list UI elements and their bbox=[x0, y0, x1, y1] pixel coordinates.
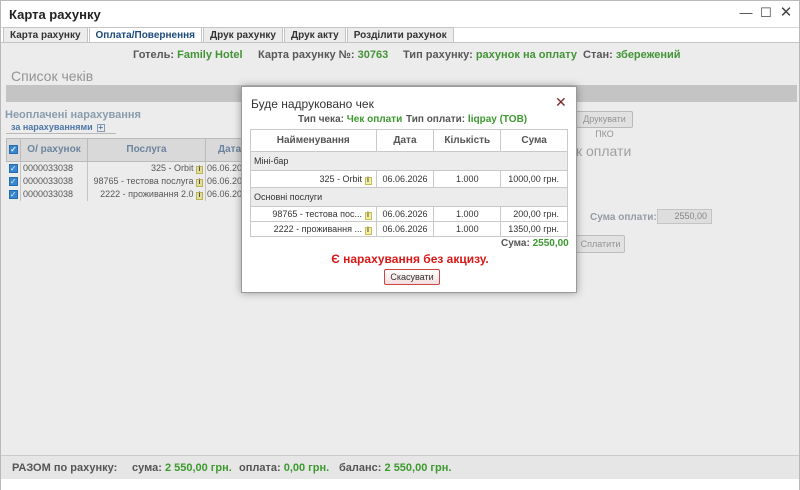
tab-account-card[interactable]: Карта рахунку bbox=[3, 27, 88, 43]
item-quantity: 1.000 bbox=[433, 221, 502, 237]
group-name: Міні-бар bbox=[250, 151, 568, 171]
total-balance: баланс: 2 550,00 грн. bbox=[339, 462, 451, 474]
total-sum-label: сума: bbox=[132, 462, 162, 474]
close-icon[interactable]: ✕ bbox=[779, 5, 793, 20]
window-title: Карта рахунку bbox=[9, 7, 101, 22]
item-name: 325 - Orbit bbox=[319, 173, 362, 184]
maximize-icon[interactable]: ☐ bbox=[759, 6, 773, 20]
dialog-total: Сума: 2550,00 bbox=[501, 238, 569, 249]
info-icon[interactable]: i bbox=[364, 226, 372, 235]
tab-split-bill[interactable]: Розділити рахунок bbox=[346, 27, 454, 43]
dialog-total-label: Сума: bbox=[501, 238, 530, 249]
tab-print-act[interactable]: Друк акту bbox=[283, 27, 346, 43]
tab-print-bill[interactable]: Друк рахунку bbox=[203, 27, 283, 43]
col-sum: Сума bbox=[500, 129, 568, 152]
minimize-icon[interactable]: — bbox=[739, 6, 753, 20]
group-row: Міні-бар bbox=[250, 151, 568, 171]
dialog-total-value: 2550,00 bbox=[532, 238, 569, 249]
total-balance-label: баланс: bbox=[339, 462, 382, 474]
item-name: 2222 - проживання ... bbox=[273, 223, 362, 234]
check-items-table: Найменування Дата Кількість Сума Міні-ба… bbox=[250, 129, 568, 237]
total-paid: оплата: 0,00 грн. bbox=[239, 462, 329, 474]
total-sum: сума: 2 550,00 грн. bbox=[132, 462, 232, 474]
item-name-cell: 2222 - проживання ... i bbox=[250, 221, 377, 237]
col-quantity: Кількість bbox=[433, 129, 502, 152]
total-label: РАЗОМ по рахунку: bbox=[12, 462, 118, 474]
total-paid-label: оплата: bbox=[239, 462, 281, 474]
tab-bar: Карта рахунку Оплата/Повернення Друк рах… bbox=[3, 27, 455, 43]
item-quantity: 1.000 bbox=[433, 206, 502, 222]
check-type-value: Чек оплати bbox=[346, 114, 403, 125]
bottom-strip bbox=[1, 479, 799, 490]
total-balance-value: 2 550,00 грн. bbox=[384, 462, 452, 474]
print-check-dialog: Буде надруковано чек ✕ Тип чека: Чек опл… bbox=[241, 86, 577, 293]
excise-warning: Є нарахування без акцизу. bbox=[331, 252, 489, 266]
titlebar: Карта рахунку — ☐ ✕ bbox=[1, 1, 799, 28]
check-type-label: Тип чека: bbox=[298, 114, 344, 125]
totals-footer: РАЗОМ по рахунку: сума: 2 550,00 грн. оп… bbox=[1, 455, 799, 479]
cancel-button[interactable]: Скасувати bbox=[384, 269, 440, 285]
item-date: 06.06.2026 bbox=[375, 206, 435, 222]
group-row: Основні послуги bbox=[250, 187, 568, 207]
info-icon[interactable]: i bbox=[364, 211, 372, 220]
account-card-window: Карта рахунку — ☐ ✕ Карта рахунку Оплата… bbox=[0, 0, 800, 490]
item-sum: 1350,00 грн. bbox=[500, 221, 568, 237]
table-row: 98765 - тестова пос... i 06.06.2026 1.00… bbox=[250, 206, 568, 222]
col-date: Дата bbox=[375, 129, 435, 152]
info-icon[interactable]: i bbox=[364, 176, 372, 185]
item-name-cell: 98765 - тестова пос... i bbox=[250, 206, 377, 222]
item-name: 98765 - тестова пос... bbox=[272, 208, 362, 219]
item-date: 06.06.2026 bbox=[375, 221, 435, 237]
total-sum-value: 2 550,00 грн. bbox=[164, 462, 232, 474]
group-name: Основні послуги bbox=[250, 187, 568, 207]
dialog-close-icon[interactable]: ✕ bbox=[555, 95, 567, 109]
payment-type: Тип оплати: liqpay (ТОВ) bbox=[406, 114, 527, 125]
table-row: 325 - Orbit i 06.06.2026 1.000 1000,00 г… bbox=[250, 170, 568, 188]
item-name-cell: 325 - Orbit i bbox=[250, 170, 377, 188]
dialog-title: Буде надруковано чек bbox=[251, 97, 374, 111]
payment-type-value: liqpay (ТОВ) bbox=[467, 114, 528, 125]
tab-payment-refund[interactable]: Оплата/Повернення bbox=[88, 27, 202, 43]
item-date: 06.06.2026 bbox=[375, 170, 435, 188]
item-quantity: 1.000 bbox=[433, 170, 502, 188]
total-paid-value: 0,00 грн. bbox=[283, 462, 330, 474]
payment-type-label: Тип оплати: bbox=[406, 114, 466, 125]
check-type: Тип чека: Чек оплати bbox=[298, 114, 402, 125]
item-sum: 200,00 грн. bbox=[500, 206, 568, 222]
col-name: Найменування bbox=[250, 129, 377, 152]
table-row: 2222 - проживання ... i 06.06.2026 1.000… bbox=[250, 221, 568, 237]
item-sum: 1000,00 грн. bbox=[500, 170, 568, 188]
